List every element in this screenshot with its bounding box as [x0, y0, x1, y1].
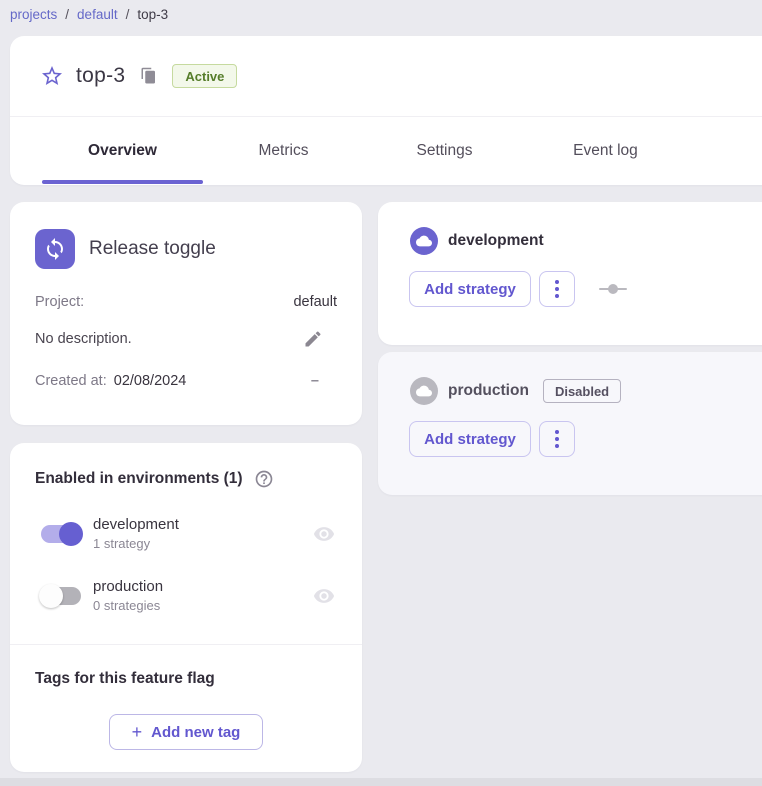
- environments-title: Enabled in environments (1): [35, 470, 243, 488]
- eye-icon[interactable]: [313, 585, 335, 607]
- more-options-button[interactable]: [539, 421, 575, 457]
- environment-row-production: production 0 strategies: [10, 578, 362, 613]
- strategy-connector-icon: [599, 284, 627, 294]
- copy-icon[interactable]: [140, 67, 158, 85]
- flag-details-card: Release toggle Project: default No descr…: [10, 202, 362, 425]
- tab-settings[interactable]: Settings: [364, 117, 525, 184]
- tab-overview[interactable]: Overview: [42, 117, 203, 184]
- tags-title: Tags for this feature flag: [10, 645, 362, 688]
- page-title: top-3: [76, 64, 125, 88]
- page: projects / default / top-3 top-3 Active …: [0, 0, 762, 786]
- cloud-icon: [410, 377, 438, 405]
- tab-label: Metrics: [259, 142, 309, 160]
- eye-icon[interactable]: [313, 523, 335, 545]
- add-new-tag-button[interactable]: + Add new tag: [109, 714, 263, 750]
- development-panel: development Add strategy: [378, 202, 762, 345]
- environment-strategy-count: 1 strategy: [93, 536, 313, 551]
- add-strategy-button[interactable]: Add strategy: [409, 271, 531, 307]
- help-icon[interactable]: [254, 469, 274, 489]
- production-panel: production Disabled Add strategy: [378, 352, 762, 495]
- environment-name: development: [93, 516, 313, 533]
- tab-label: Settings: [416, 142, 472, 160]
- empty-value-dash: –: [311, 373, 319, 389]
- created-label: Created at:: [35, 373, 107, 389]
- environment-row-development: development 1 strategy: [10, 516, 362, 551]
- page-bottom-strip: [0, 778, 762, 786]
- description-row: No description.: [10, 329, 362, 349]
- flag-type-label: Release toggle: [89, 238, 216, 260]
- panel-environment-name: production: [448, 382, 529, 400]
- created-row: Created at: 02/08/2024 –: [10, 373, 362, 389]
- breadcrumb-current: top-3: [137, 7, 168, 22]
- description-text: No description.: [35, 331, 132, 347]
- tab-event-log[interactable]: Event log: [525, 117, 686, 184]
- tab-label: Event log: [573, 142, 638, 160]
- toggle-thumb: [39, 584, 63, 608]
- add-strategy-button[interactable]: Add strategy: [409, 421, 531, 457]
- disabled-badge: Disabled: [543, 379, 621, 403]
- toggle-development[interactable]: [41, 525, 81, 543]
- environments-card: Enabled in environments (1) development …: [10, 443, 362, 772]
- breadcrumb: projects / default / top-3: [10, 3, 168, 25]
- favorite-star-icon[interactable]: [40, 64, 64, 88]
- environment-name: production: [93, 578, 313, 595]
- breadcrumb-separator: /: [65, 7, 69, 22]
- toggle-production[interactable]: [41, 587, 81, 605]
- toggle-thumb: [59, 522, 83, 546]
- release-toggle-icon: [35, 229, 75, 269]
- breadcrumb-separator: /: [126, 7, 130, 22]
- panel-environment-name: development: [448, 232, 544, 250]
- flag-header-card: top-3 Active Overview Metrics Settings E…: [10, 36, 762, 185]
- tab-metrics[interactable]: Metrics: [203, 117, 364, 184]
- breadcrumb-link-default[interactable]: default: [77, 7, 118, 22]
- add-new-tag-label: Add new tag: [151, 724, 240, 741]
- status-badge: Active: [172, 64, 237, 88]
- created-value: 02/08/2024: [114, 373, 187, 389]
- project-label: Project:: [35, 294, 84, 310]
- plus-icon: +: [132, 722, 143, 743]
- project-row: Project: default: [10, 294, 362, 310]
- flag-title-row: top-3 Active: [10, 36, 762, 117]
- project-value: default: [293, 294, 337, 310]
- tab-bar: Overview Metrics Settings Event log: [10, 117, 762, 184]
- tab-label: Overview: [88, 142, 157, 160]
- breadcrumb-link-projects[interactable]: projects: [10, 7, 57, 22]
- edit-description-icon[interactable]: [303, 329, 323, 349]
- cloud-icon: [410, 227, 438, 255]
- environment-strategy-count: 0 strategies: [93, 598, 313, 613]
- more-options-button[interactable]: [539, 271, 575, 307]
